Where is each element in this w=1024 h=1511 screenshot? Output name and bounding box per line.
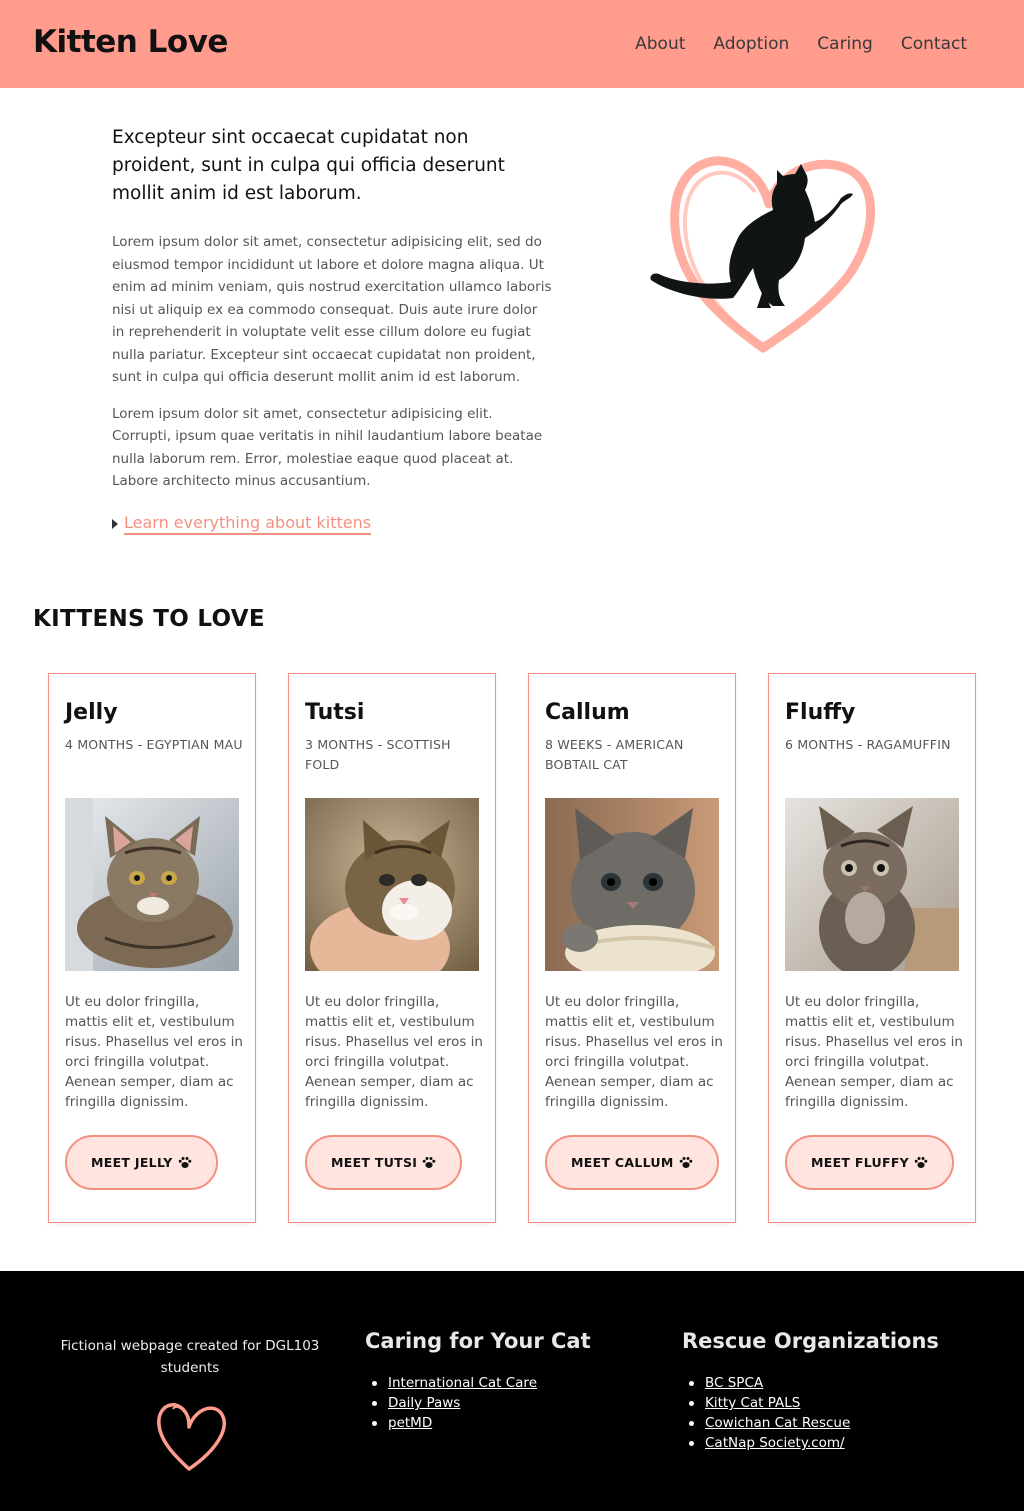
- kitten-photo: [65, 798, 239, 971]
- list-item: Cowichan Cat Rescue: [689, 1413, 939, 1433]
- learn-link[interactable]: Learn everything about kittens: [112, 513, 372, 535]
- kitten-meta: 4 MONTHS - EGYPTIAN MAU: [65, 737, 243, 752]
- footer-rescue-title: Rescue Organizations: [682, 1329, 939, 1353]
- paw-icon: [914, 1157, 928, 1168]
- footer-caring: Caring for Your Cat International Cat Ca…: [365, 1329, 591, 1433]
- kitten-card-callum: Callum 8 WEEKS - AMERICAN BOBTAIL CAT Ut…: [528, 673, 736, 1223]
- kitten-card-fluffy: Fluffy 6 MONTHS - RAGAMUFFIN Ut eu dolor…: [768, 673, 976, 1223]
- kitten-description: Ut eu dolor fringilla, mattis elit et, v…: [65, 994, 243, 1110]
- kitten-photo: [785, 798, 959, 971]
- button-label: MEET FLUFFY: [811, 1155, 910, 1170]
- footer-caring-title: Caring for Your Cat: [365, 1329, 591, 1353]
- learn-link-text[interactable]: Learn everything about kittens: [124, 513, 372, 535]
- paw-icon: [178, 1157, 191, 1168]
- meet-tutsi-button[interactable]: MEET TUTSI: [305, 1135, 463, 1190]
- link-bc-spca[interactable]: BC SPCA: [705, 1375, 763, 1391]
- link-kitty-cat-pals[interactable]: Kitty Cat PALS: [705, 1395, 800, 1411]
- kitten-description: Ut eu dolor fringilla, mattis elit et, v…: [305, 994, 483, 1110]
- heart-icon: [157, 1403, 226, 1471]
- kitten-photo: [305, 798, 479, 971]
- button-label: MEET CALLUM: [571, 1155, 674, 1170]
- footer-caring-list: International Cat Care Daily Paws petMD: [365, 1373, 591, 1433]
- site-footer: Fictional webpage created for DGL103 stu…: [0, 1271, 1024, 1511]
- site-title[interactable]: Kitten Love: [33, 24, 228, 60]
- nav-adoption[interactable]: Adoption: [713, 34, 789, 54]
- kitten-meta: 3 MONTHS - SCOTTISH FOLD: [305, 737, 451, 772]
- paw-icon: [422, 1157, 436, 1168]
- kitten-meta: 8 WEEKS - AMERICAN BOBTAIL CAT: [545, 737, 684, 772]
- nav-caring[interactable]: Caring: [817, 34, 873, 54]
- footer-rescue-list: BC SPCA Kitty Cat PALS Cowichan Cat Resc…: [682, 1373, 939, 1453]
- meet-jelly-button[interactable]: MEET JELLY: [65, 1135, 218, 1190]
- kitten-card-tutsi: Tutsi 3 MONTHS - SCOTTISH FOLD Ut eu dol…: [288, 673, 496, 1223]
- section-title: KITTENS TO LOVE: [33, 606, 265, 632]
- intro-lead: Excepteur sint occaecat cupidatat non pr…: [112, 127, 505, 204]
- list-item: petMD: [372, 1413, 591, 1433]
- caret-right-icon: [112, 518, 118, 529]
- button-label: MEET TUTSI: [331, 1155, 418, 1170]
- list-item: Daily Paws: [372, 1393, 591, 1413]
- cat-heart-illustration: [650, 156, 876, 353]
- link-cowichan-cat-rescue[interactable]: Cowichan Cat Rescue: [705, 1415, 850, 1431]
- list-item: CatNap Society.com/: [689, 1433, 939, 1453]
- site-header: Kitten Love About Adoption Caring Contac…: [0, 0, 1024, 88]
- link-petmd[interactable]: petMD: [388, 1415, 432, 1431]
- footer-note: Fictional webpage created for DGL103 stu…: [60, 1338, 320, 1376]
- kitten-card-jelly: Jelly 4 MONTHS - EGYPTIAN MAU Ut eu dolo…: [48, 673, 256, 1223]
- nav-about[interactable]: About: [635, 34, 685, 54]
- kitten-photo: [545, 798, 719, 971]
- footer-rescue: Rescue Organizations BC SPCA Kitty Cat P…: [682, 1329, 939, 1453]
- button-label: MEET JELLY: [91, 1155, 173, 1170]
- link-international-cat-care[interactable]: International Cat Care: [388, 1375, 537, 1391]
- kitten-name: Callum: [545, 700, 630, 725]
- meet-fluffy-button[interactable]: MEET FLUFFY: [785, 1135, 955, 1190]
- main-nav: About Adoption Caring Contact: [635, 34, 967, 54]
- list-item: BC SPCA: [689, 1373, 939, 1393]
- kitten-meta: 6 MONTHS - RAGAMUFFIN: [785, 737, 951, 752]
- kitten-description: Ut eu dolor fringilla, mattis elit et, v…: [545, 994, 723, 1110]
- list-item: Kitty Cat PALS: [689, 1393, 939, 1413]
- list-item: International Cat Care: [372, 1373, 591, 1393]
- link-daily-paws[interactable]: Daily Paws: [388, 1395, 460, 1411]
- intro-section: Excepteur sint occaecat cupidatat non pr…: [112, 124, 552, 535]
- intro-paragraph: Lorem ipsum dolor sit amet, consectetur …: [112, 234, 552, 385]
- paw-icon: [679, 1157, 692, 1168]
- intro-paragraph: Lorem ipsum dolor sit amet, consectetur …: [112, 405, 543, 490]
- kitten-name: Jelly: [65, 700, 118, 725]
- kitten-name: Fluffy: [785, 700, 856, 725]
- link-catnap-society[interactable]: CatNap Society.com/: [705, 1435, 845, 1451]
- meet-callum-button[interactable]: MEET CALLUM: [545, 1135, 719, 1190]
- nav-contact[interactable]: Contact: [901, 34, 967, 54]
- kitten-description: Ut eu dolor fringilla, mattis elit et, v…: [785, 994, 963, 1110]
- kitten-name: Tutsi: [305, 700, 365, 725]
